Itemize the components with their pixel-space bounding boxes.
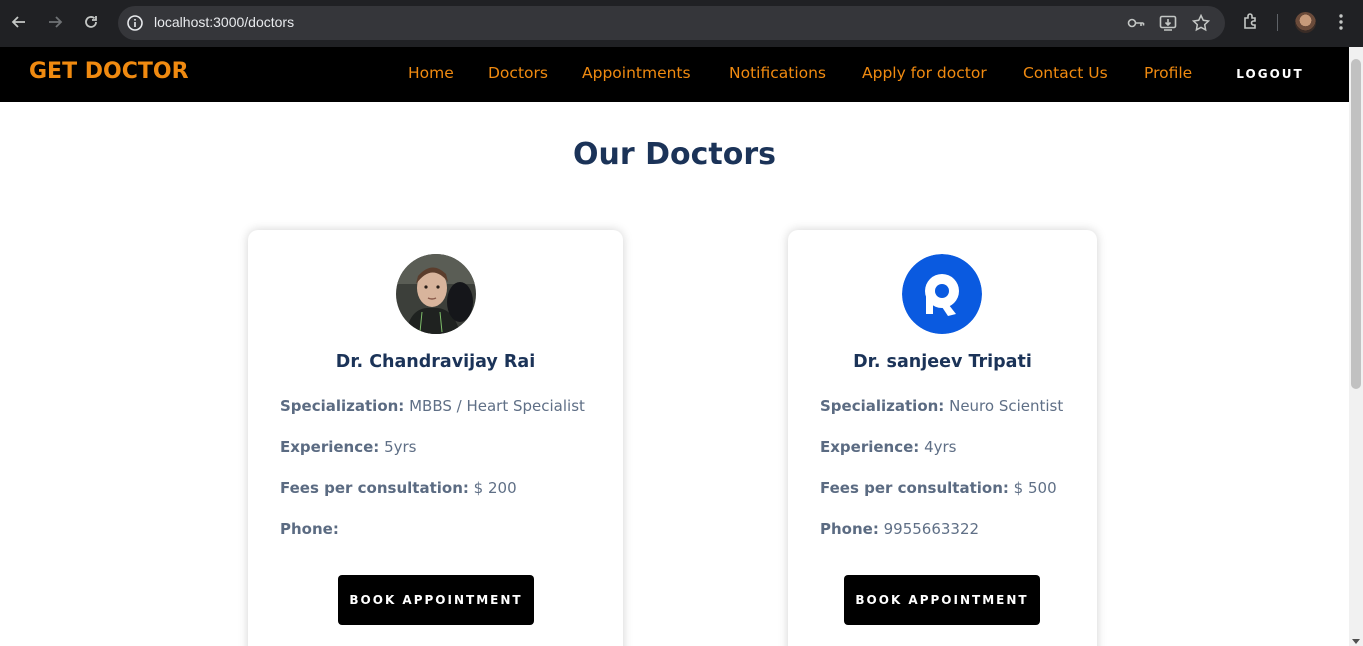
browser-toolbar: localhost:3000/doctors <box>0 0 1363 47</box>
more-menu-icon[interactable] <box>1331 12 1351 32</box>
profile-avatar-icon[interactable] <box>1295 12 1316 33</box>
doctor-name: Dr. Chandravijay Rai <box>335 352 536 372</box>
extensions-icon[interactable] <box>1241 12 1261 32</box>
key-icon[interactable] <box>1127 14 1145 32</box>
doctor-photo <box>396 254 476 334</box>
back-icon[interactable] <box>8 11 30 33</box>
nav-profile[interactable]: Profile <box>1144 64 1192 82</box>
experience-label: Experience: <box>280 438 380 456</box>
experience-value: 5yrs <box>384 438 417 456</box>
nav-contact-us[interactable]: Contact Us <box>1023 64 1108 82</box>
doctor-experience: Experience: 4yrs <box>820 438 956 456</box>
address-bar[interactable]: localhost:3000/doctors <box>118 6 1225 40</box>
logout-button[interactable]: LOGOUT <box>1230 67 1310 81</box>
scrollbar-thumb[interactable] <box>1351 59 1361 389</box>
doctor-name: Dr. sanjeev Tripati <box>853 352 1032 372</box>
bookmark-star-icon[interactable] <box>1191 13 1211 32</box>
doctor-specialization: Specialization: MBBS / Heart Specialist <box>280 397 585 415</box>
doctor-phone: Phone: <box>280 520 339 538</box>
install-app-icon[interactable] <box>1159 14 1177 32</box>
specialization-value: Neuro Scientist <box>949 397 1064 415</box>
site-info-icon[interactable] <box>126 14 144 32</box>
toolbar-divider <box>1277 14 1278 31</box>
experience-label: Experience: <box>820 438 920 456</box>
fees-value: $ 500 <box>1013 479 1057 497</box>
fees-value: $ 200 <box>473 479 517 497</box>
phone-label: Phone: <box>280 520 339 538</box>
fees-label: Fees per consultation: <box>280 479 469 497</box>
doctor-experience: Experience: 5yrs <box>280 438 416 456</box>
phone-label: Phone: <box>820 520 879 538</box>
doctor-card: Dr. sanjeev Tripati Specialization: Neur… <box>788 230 1097 646</box>
doctor-fees: Fees per consultation: $ 500 <box>820 479 1057 497</box>
fees-label: Fees per consultation: <box>820 479 1009 497</box>
nav-notifications[interactable]: Notifications <box>729 64 826 82</box>
url-text[interactable]: localhost:3000/doctors <box>154 14 294 30</box>
reload-icon[interactable] <box>80 11 102 33</box>
site-navbar: GET DOCTOR Home Doctors Appointments Not… <box>0 47 1349 102</box>
page-title: Our Doctors <box>573 137 776 172</box>
specialization-label: Specialization: <box>820 397 945 415</box>
page-scrollbar[interactable] <box>1349 47 1363 646</box>
brand-logo[interactable]: GET DOCTOR <box>29 59 189 84</box>
experience-value: 4yrs <box>924 438 957 456</box>
q-logo-icon <box>902 254 982 334</box>
page-viewport: GET DOCTOR Home Doctors Appointments Not… <box>0 47 1349 646</box>
scroll-down-arrow-icon[interactable] <box>1352 639 1360 644</box>
doctor-fees: Fees per consultation: $ 200 <box>280 479 517 497</box>
nav-doctors[interactable]: Doctors <box>488 64 548 82</box>
phone-value: 9955663322 <box>883 520 980 538</box>
specialization-label: Specialization: <box>280 397 405 415</box>
nav-appointments[interactable]: Appointments <box>582 64 691 82</box>
nav-apply-for-doctor[interactable]: Apply for doctor <box>862 64 987 82</box>
doctor-phone: Phone: 9955663322 <box>820 520 979 538</box>
doctor-card: Dr. Chandravijay Rai Specialization: MBB… <box>248 230 623 646</box>
nav-home[interactable]: Home <box>408 64 454 82</box>
forward-icon[interactable] <box>44 11 66 33</box>
doctor-specialization: Specialization: Neuro Scientist <box>820 397 1063 415</box>
book-appointment-button[interactable]: BOOK APPOINTMENT <box>844 575 1040 625</box>
book-appointment-button[interactable]: BOOK APPOINTMENT <box>338 575 534 625</box>
specialization-value: MBBS / Heart Specialist <box>409 397 585 415</box>
doctor-logo-avatar <box>902 254 982 334</box>
